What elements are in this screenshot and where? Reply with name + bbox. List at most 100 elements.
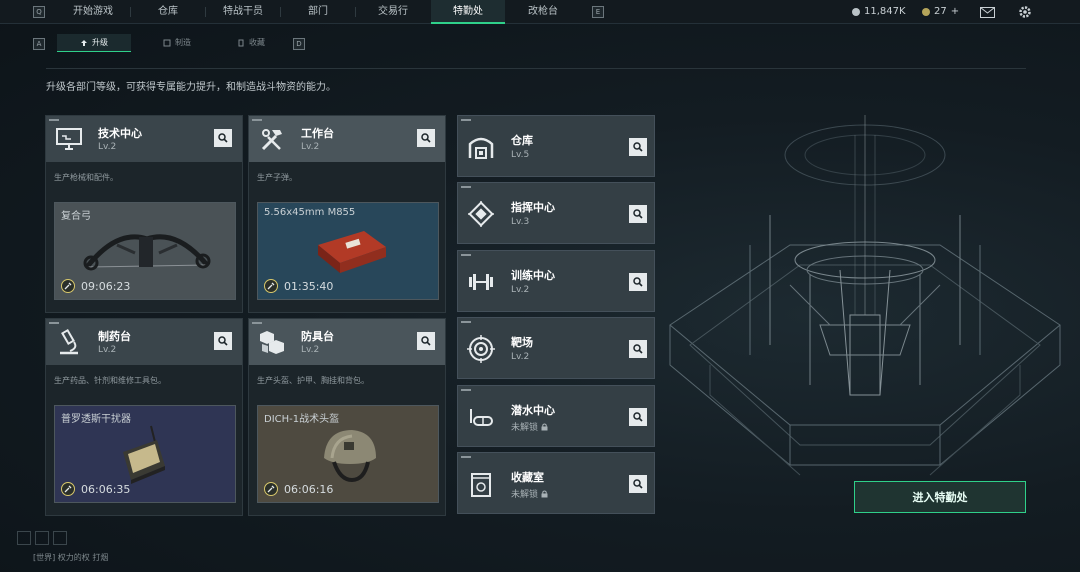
lock-icon (541, 490, 548, 497)
money-amount: 11,847K (864, 6, 906, 17)
dept-name: 防具台 (301, 330, 334, 343)
trophy-case-icon (466, 469, 496, 499)
craft-timer-value: 01:35:40 (284, 279, 334, 293)
tab-special-ops[interactable]: 特勤处 (431, 0, 505, 24)
craft-slot[interactable]: 5.56x45mm M855 01:35:40 (257, 202, 439, 300)
search-icon (633, 412, 643, 422)
token-amount: 27 (934, 6, 947, 17)
dumbbell-icon (466, 267, 496, 297)
card-header: 防具台 Lv.2 (249, 319, 445, 365)
dept-name: 技术中心 (98, 127, 142, 140)
dept-level: Lv.2 (98, 142, 117, 152)
craft-timer-value: 06:06:35 (81, 482, 131, 496)
tab-gunsmith[interactable]: 改枪台 (506, 0, 580, 24)
dept-level: Lv.2 (301, 142, 320, 152)
facility-search-button[interactable] (629, 138, 647, 156)
enter-special-ops-button[interactable]: 进入特勤处 (854, 481, 1026, 513)
dept-description: 生产枪械和配件。 (54, 173, 118, 182)
dept-card-tech-center[interactable]: 技术中心 Lv.2 生产枪械和配件。 复合弓 09:06:23 (45, 115, 243, 313)
token-coin-icon (922, 8, 930, 16)
money-display: 11,847K (852, 0, 906, 24)
facility-search-button[interactable] (629, 205, 647, 223)
craft-slot[interactable]: 普罗透斯干扰器 06:06:35 (54, 405, 236, 503)
craft-item-name: 5.56x45mm M855 (264, 207, 356, 218)
chat-button[interactable] (17, 531, 31, 545)
dept-detail-search-button[interactable] (214, 129, 232, 147)
facility-command-center[interactable]: 指挥中心 Lv.3 (457, 182, 655, 244)
mail-icon[interactable] (979, 4, 995, 20)
corner-mark (461, 119, 471, 121)
subtab-craft[interactable]: 制造 (140, 34, 214, 52)
computer-icon (54, 124, 84, 154)
craft-slot[interactable]: DICH-1战术头盔 06:06:16 (257, 405, 439, 503)
facility-shooting-range[interactable]: 靶场 Lv.2 (457, 317, 655, 379)
facility-search-button[interactable] (629, 273, 647, 291)
tab-trade[interactable]: 交易行 (356, 0, 430, 24)
search-icon (633, 209, 643, 219)
search-icon (633, 142, 643, 152)
microscope-icon (54, 327, 84, 357)
tab-operators[interactable]: 特战干员 (206, 0, 280, 24)
add-token-icon[interactable]: + (951, 0, 959, 24)
target-icon (466, 334, 496, 364)
dept-card-armor[interactable]: 防具台 Lv.2 生产头盔、护甲、胸挂和背包。 DICH-1战术头盔 06:06… (248, 318, 446, 516)
chat-button[interactable] (35, 531, 49, 545)
wrench-icon (61, 279, 75, 293)
key-hint-left: Q (33, 6, 45, 18)
page-description: 升级各部门等级，可获得专属能力提升，和制造战斗物资的能力。 (46, 82, 336, 93)
card-header: 工作台 Lv.2 (249, 116, 445, 162)
facility-search-button[interactable] (629, 340, 647, 358)
jammer-device-image (123, 425, 165, 484)
chat-toolbar (17, 531, 67, 545)
craft-timer: 09:06:23 (61, 279, 130, 293)
tab-departments[interactable]: 部门 (281, 0, 355, 24)
compound-bow-image (83, 234, 211, 271)
facility-name: 潜水中心 (511, 404, 555, 417)
search-icon (633, 277, 643, 287)
subtab-craft-label: 制造 (175, 38, 191, 47)
facility-name: 指挥中心 (511, 201, 555, 214)
corner-mark (49, 119, 59, 121)
craft-timer: 06:06:16 (264, 482, 333, 496)
token-display[interactable]: 27 + (922, 0, 959, 24)
craft-timer-value: 06:06:16 (284, 482, 334, 496)
dept-card-pharmacy[interactable]: 制药台 Lv.2 生产药品、针剂和维修工具包。 普罗透斯干扰器 06:06:35 (45, 318, 243, 516)
lock-icon (541, 423, 548, 430)
subtab-upgrade[interactable]: 升级 (57, 34, 131, 52)
dept-level: Lv.2 (98, 345, 117, 355)
search-icon (218, 336, 228, 346)
facility-search-button[interactable] (629, 408, 647, 426)
dept-card-workbench[interactable]: 工作台 Lv.2 生产子弹。 5.56x45mm M855 01:35:40 (248, 115, 446, 313)
facility-diving-center[interactable]: 潜水中心 未解锁 (457, 385, 655, 447)
chat-button[interactable] (53, 531, 67, 545)
facility-level-text: Lv.3 (511, 217, 530, 227)
chat-channel: [世界] (33, 553, 56, 562)
facility-search-button[interactable] (629, 475, 647, 493)
search-icon (421, 336, 431, 346)
craft-timer: 01:35:40 (264, 279, 333, 293)
facility-collection-room[interactable]: 收藏室 未解锁 (457, 452, 655, 514)
craft-slot[interactable]: 复合弓 09:06:23 (54, 202, 236, 300)
sub-key-hint-right: D (293, 38, 305, 50)
special-ops-building-hologram (669, 115, 1061, 476)
dept-detail-search-button[interactable] (417, 129, 435, 147)
money-coin-icon (852, 8, 860, 16)
dept-detail-search-button[interactable] (417, 332, 435, 350)
search-icon (633, 479, 643, 489)
diving-mask-icon (466, 402, 496, 432)
facility-level: Lv.5 (511, 150, 529, 160)
cubes-icon (257, 327, 287, 357)
dept-detail-search-button[interactable] (214, 332, 232, 350)
craft-timer: 06:06:35 (61, 482, 130, 496)
facility-training-center[interactable]: 训练中心 Lv.2 (457, 250, 655, 312)
subtab-collection[interactable]: 收藏 (214, 34, 288, 52)
corner-mark (49, 322, 59, 324)
tab-warehouse[interactable]: 仓库 (131, 0, 205, 24)
tab-start-game[interactable]: 开始游戏 (56, 0, 130, 24)
chat-message[interactable]: [世界] 权力的权 打烟 (33, 552, 108, 563)
upgrade-icon (81, 39, 87, 46)
settings-gear-icon[interactable] (1017, 4, 1033, 20)
facility-warehouse[interactable]: 仓库 Lv.5 (457, 115, 655, 177)
sub-key-hint-left: A (33, 38, 45, 50)
subtab-upgrade-label: 升级 (92, 37, 108, 47)
